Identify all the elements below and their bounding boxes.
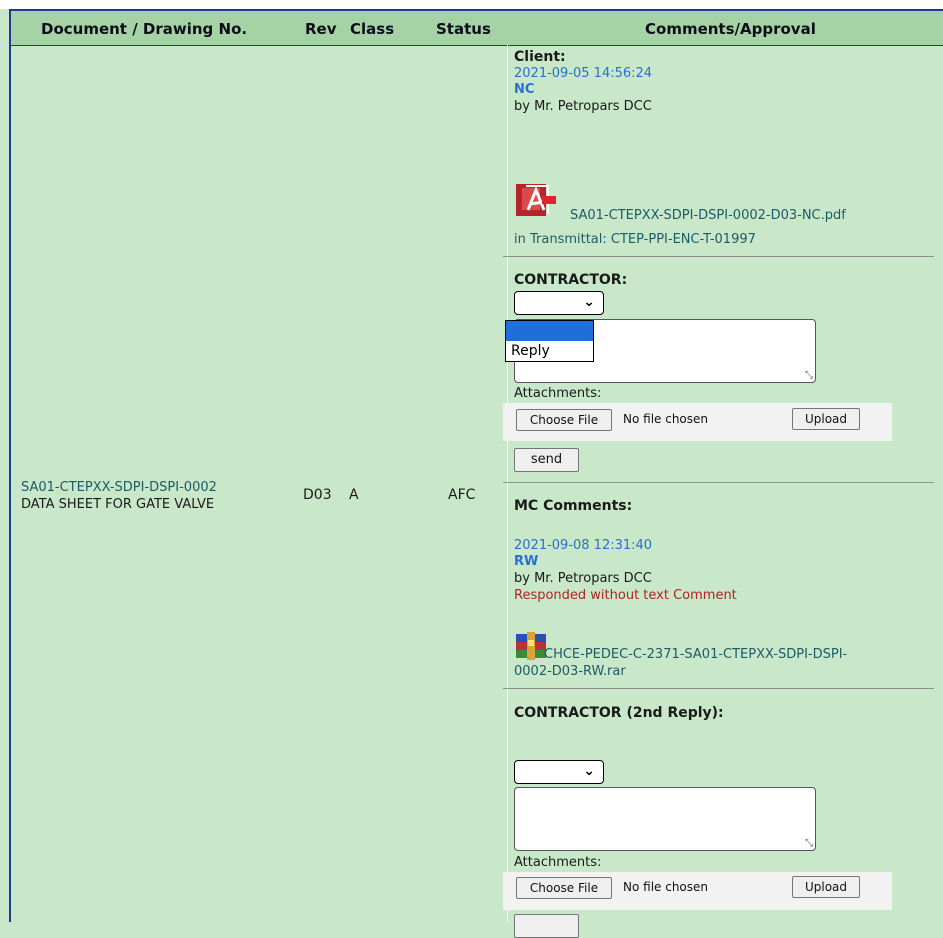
client-by: by Mr. Petropars DCC bbox=[514, 99, 652, 114]
client-transmittal[interactable]: in Transmittal: CTEP-PPI-ENC-T-01997 bbox=[514, 232, 756, 247]
top-strip bbox=[0, 0, 943, 9]
document-title: DATA SHEET FOR GATE VALVE bbox=[21, 497, 215, 512]
mc-by: by Mr. Petropars DCC bbox=[514, 571, 652, 586]
rar-archive-icon[interactable] bbox=[514, 630, 548, 660]
contractor-heading: CONTRACTOR: bbox=[514, 272, 628, 288]
separator bbox=[503, 688, 934, 689]
dropdown-option-blank[interactable] bbox=[506, 321, 593, 341]
contractor-reply-select[interactable]: ⌄ bbox=[514, 291, 604, 315]
separator bbox=[503, 256, 934, 257]
client-code: NC bbox=[514, 82, 535, 97]
revision: D03 bbox=[303, 487, 332, 503]
mc-file-link-line2[interactable]: 0002-D03-RW.rar bbox=[514, 664, 626, 679]
documents-table: Document / Drawing No. Rev Class Status … bbox=[9, 9, 943, 922]
upload-button[interactable]: Upload bbox=[792, 408, 860, 430]
chevron-down-icon: ⌄ bbox=[583, 763, 595, 779]
mc-file-link-line1[interactable]: CHCE-PEDEC-C-2371-SA01-CTEPXX-SDPI-DSPI- bbox=[544, 647, 847, 662]
attachments-label: Attachments: bbox=[514, 386, 602, 401]
table-header: Document / Drawing No. Rev Class Status … bbox=[11, 11, 943, 46]
contractor2-reply-select[interactable]: ⌄ bbox=[514, 760, 604, 784]
mc-comments-heading: MC Comments: bbox=[514, 498, 633, 514]
class: A bbox=[349, 487, 359, 503]
header-rev: Rev bbox=[305, 20, 337, 38]
pdf-icon[interactable] bbox=[514, 180, 560, 220]
resize-handle-icon[interactable]: ⤡ bbox=[805, 370, 813, 381]
client-file-link[interactable]: SA01-CTEPXX-SDPI-DSPI-0002-D03-NC.pdf bbox=[570, 208, 846, 223]
header-class: Class bbox=[350, 20, 395, 38]
file2-status: No file chosen bbox=[623, 880, 709, 894]
choose-file-button[interactable]: Choose File bbox=[516, 409, 612, 431]
upload2-button[interactable]: Upload bbox=[792, 876, 860, 898]
resize-handle-icon[interactable]: ⤡ bbox=[805, 838, 813, 849]
contractor-reply-dropdown[interactable]: Reply bbox=[505, 320, 594, 362]
file-status: No file chosen bbox=[623, 412, 709, 426]
choose-file2-button[interactable]: Choose File bbox=[516, 877, 612, 899]
column-divider bbox=[507, 45, 508, 922]
chevron-down-icon: ⌄ bbox=[583, 294, 595, 310]
mc-code: RW bbox=[514, 554, 539, 569]
contractor2-comment-textarea[interactable]: ⤡ bbox=[514, 787, 816, 851]
send-button[interactable]: send bbox=[514, 448, 579, 472]
document-number-link[interactable]: SA01-CTEPXX-SDPI-DSPI-0002 bbox=[21, 480, 217, 495]
send2-button[interactable] bbox=[514, 914, 579, 938]
mc-datetime: 2021-09-08 12:31:40 bbox=[514, 538, 653, 553]
status: AFC bbox=[448, 487, 476, 503]
client-datetime: 2021-09-05 14:56:24 bbox=[514, 66, 653, 81]
client-heading: Client: bbox=[514, 49, 566, 65]
contractor2-heading: CONTRACTOR (2nd Reply): bbox=[514, 705, 724, 721]
mc-note: Responded without text Comment bbox=[514, 588, 737, 603]
header-document-no: Document / Drawing No. bbox=[41, 20, 248, 38]
attachments2-label: Attachments: bbox=[514, 855, 602, 870]
header-comments: Comments/Approval bbox=[645, 20, 816, 38]
dropdown-option-reply[interactable]: Reply bbox=[506, 341, 593, 361]
separator bbox=[503, 482, 934, 483]
header-status: Status bbox=[436, 20, 491, 38]
